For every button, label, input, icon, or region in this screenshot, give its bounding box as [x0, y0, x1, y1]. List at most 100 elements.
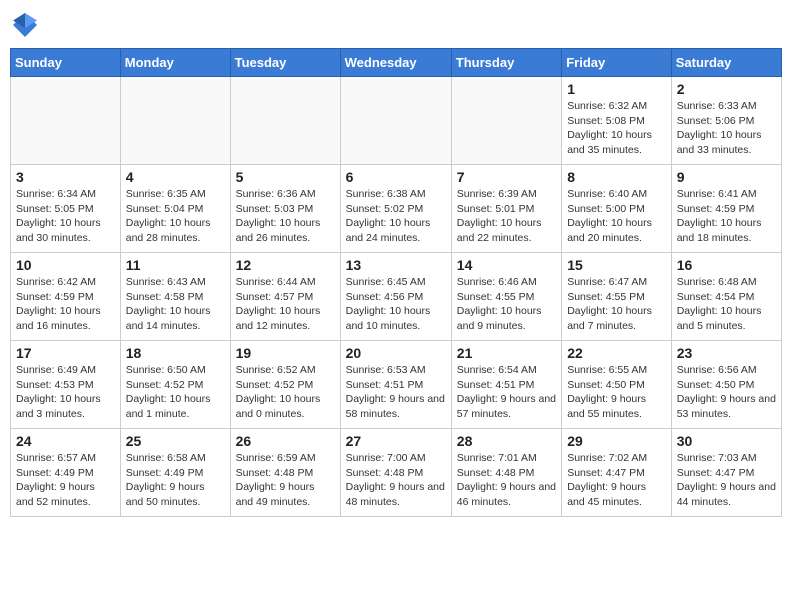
day-info: Sunrise: 7:02 AMSunset: 4:47 PMDaylight:…: [567, 451, 666, 510]
calendar-cell: 12 Sunrise: 6:44 AMSunset: 4:57 PMDayligh…: [230, 253, 340, 341]
calendar-cell: 1 Sunrise: 6:32 AMSunset: 5:08 PMDaylight…: [562, 77, 672, 165]
weekday-header-monday: Monday: [120, 49, 230, 77]
day-info: Sunrise: 6:43 AMSunset: 4:58 PMDaylight:…: [126, 275, 225, 334]
day-number: 16: [677, 257, 776, 273]
day-number: 17: [16, 345, 115, 361]
calendar-cell: 27 Sunrise: 7:00 AMSunset: 4:48 PMDayligh…: [340, 429, 451, 517]
day-number: 15: [567, 257, 666, 273]
day-info: Sunrise: 6:40 AMSunset: 5:00 PMDaylight:…: [567, 187, 666, 246]
calendar-cell: 4 Sunrise: 6:35 AMSunset: 5:04 PMDaylight…: [120, 165, 230, 253]
calendar-cell: 9 Sunrise: 6:41 AMSunset: 4:59 PMDaylight…: [671, 165, 781, 253]
day-number: 25: [126, 433, 225, 449]
day-number: 14: [457, 257, 556, 273]
day-info: Sunrise: 6:56 AMSunset: 4:50 PMDaylight:…: [677, 363, 776, 422]
day-number: 11: [126, 257, 225, 273]
day-info: Sunrise: 6:41 AMSunset: 4:59 PMDaylight:…: [677, 187, 776, 246]
calendar-cell: 13Sunrise: 6:45 AMSunset: 4:56 PMDayligh…: [340, 253, 451, 341]
day-info: Sunrise: 6:49 AMSunset: 4:53 PMDaylight:…: [16, 363, 115, 422]
day-number: 24: [16, 433, 115, 449]
calendar-cell: 2 Sunrise: 6:33 AMSunset: 5:06 PMDaylight…: [671, 77, 781, 165]
day-number: 2: [677, 81, 776, 97]
day-number: 9: [677, 169, 776, 185]
calendar-cell: 5 Sunrise: 6:36 AMSunset: 5:03 PMDaylight…: [230, 165, 340, 253]
calendar-cell: 10 Sunrise: 6:42 AMSunset: 4:59 PMDayligh…: [11, 253, 121, 341]
calendar-cell: 8 Sunrise: 6:40 AMSunset: 5:00 PMDaylight…: [562, 165, 672, 253]
weekday-header-row: SundayMondayTuesdayWednesdayThursdayFrid…: [11, 49, 782, 77]
day-number: 27: [346, 433, 446, 449]
calendar-cell: 26 Sunrise: 6:59 AMSunset: 4:48 PMDayligh…: [230, 429, 340, 517]
day-info: Sunrise: 6:53 AMSunset: 4:51 PMDaylight:…: [346, 363, 446, 422]
day-number: 26: [236, 433, 335, 449]
day-info: Sunrise: 6:52 AMSunset: 4:52 PMDaylight:…: [236, 363, 335, 422]
day-number: 18: [126, 345, 225, 361]
day-info: Sunrise: 6:54 AMSunset: 4:51 PMDaylight:…: [457, 363, 556, 422]
day-number: 7: [457, 169, 556, 185]
calendar-table: SundayMondayTuesdayWednesdayThursdayFrid…: [10, 48, 782, 517]
day-info: Sunrise: 6:48 AMSunset: 4:54 PMDaylight:…: [677, 275, 776, 334]
calendar-cell: 30Sunrise: 7:03 AMSunset: 4:47 PMDayligh…: [671, 429, 781, 517]
calendar-cell: 21 Sunrise: 6:54 AMSunset: 4:51 PMDayligh…: [451, 341, 561, 429]
calendar-cell: 16 Sunrise: 6:48 AMSunset: 4:54 PMDayligh…: [671, 253, 781, 341]
calendar-cell: 23 Sunrise: 6:56 AMSunset: 4:50 PMDayligh…: [671, 341, 781, 429]
day-number: 21: [457, 345, 556, 361]
calendar-cell: 11 Sunrise: 6:43 AMSunset: 4:58 PMDayligh…: [120, 253, 230, 341]
calendar-cell: 25Sunrise: 6:58 AMSunset: 4:49 PMDayligh…: [120, 429, 230, 517]
day-info: Sunrise: 6:55 AMSunset: 4:50 PMDaylight:…: [567, 363, 666, 422]
day-number: 1: [567, 81, 666, 97]
day-info: Sunrise: 7:00 AMSunset: 4:48 PMDaylight:…: [346, 451, 446, 510]
week-row-3: 10 Sunrise: 6:42 AMSunset: 4:59 PMDayligh…: [11, 253, 782, 341]
day-info: Sunrise: 6:59 AMSunset: 4:48 PMDaylight:…: [236, 451, 335, 510]
weekday-header-tuesday: Tuesday: [230, 49, 340, 77]
day-info: Sunrise: 6:34 AMSunset: 5:05 PMDaylight:…: [16, 187, 115, 246]
week-row-4: 17 Sunrise: 6:49 AMSunset: 4:53 PMDayligh…: [11, 341, 782, 429]
calendar-cell: [230, 77, 340, 165]
day-number: 29: [567, 433, 666, 449]
weekday-header-friday: Friday: [562, 49, 672, 77]
calendar-cell: 22 Sunrise: 6:55 AMSunset: 4:50 PMDayligh…: [562, 341, 672, 429]
day-info: Sunrise: 6:42 AMSunset: 4:59 PMDaylight:…: [16, 275, 115, 334]
weekday-header-sunday: Sunday: [11, 49, 121, 77]
day-number: 23: [677, 345, 776, 361]
day-info: Sunrise: 6:36 AMSunset: 5:03 PMDaylight:…: [236, 187, 335, 246]
calendar-cell: 6Sunrise: 6:38 AMSunset: 5:02 PMDaylight…: [340, 165, 451, 253]
calendar-cell: 3Sunrise: 6:34 AMSunset: 5:05 PMDaylight…: [11, 165, 121, 253]
weekday-header-thursday: Thursday: [451, 49, 561, 77]
calendar-cell: [11, 77, 121, 165]
day-number: 8: [567, 169, 666, 185]
day-info: Sunrise: 6:47 AMSunset: 4:55 PMDaylight:…: [567, 275, 666, 334]
calendar-cell: 29 Sunrise: 7:02 AMSunset: 4:47 PMDayligh…: [562, 429, 672, 517]
day-number: 6: [346, 169, 446, 185]
calendar-cell: [451, 77, 561, 165]
day-info: Sunrise: 6:35 AMSunset: 5:04 PMDaylight:…: [126, 187, 225, 246]
day-number: 28: [457, 433, 556, 449]
calendar-cell: 20 Sunrise: 6:53 AMSunset: 4:51 PMDayligh…: [340, 341, 451, 429]
day-info: Sunrise: 6:32 AMSunset: 5:08 PMDaylight:…: [567, 99, 666, 158]
day-number: 5: [236, 169, 335, 185]
day-number: 13: [346, 257, 446, 273]
page-header: [10, 10, 782, 40]
day-info: Sunrise: 6:44 AMSunset: 4:57 PMDaylight:…: [236, 275, 335, 334]
weekday-header-saturday: Saturday: [671, 49, 781, 77]
day-number: 10: [16, 257, 115, 273]
day-info: Sunrise: 6:39 AMSunset: 5:01 PMDaylight:…: [457, 187, 556, 246]
day-number: 4: [126, 169, 225, 185]
calendar-cell: 17 Sunrise: 6:49 AMSunset: 4:53 PMDayligh…: [11, 341, 121, 429]
day-info: Sunrise: 6:33 AMSunset: 5:06 PMDaylight:…: [677, 99, 776, 158]
day-number: 12: [236, 257, 335, 273]
calendar-cell: [120, 77, 230, 165]
calendar-cell: 7 Sunrise: 6:39 AMSunset: 5:01 PMDaylight…: [451, 165, 561, 253]
day-info: Sunrise: 6:46 AMSunset: 4:55 PMDaylight:…: [457, 275, 556, 334]
day-info: Sunrise: 6:57 AMSunset: 4:49 PMDaylight:…: [16, 451, 115, 510]
logo-icon: [10, 10, 40, 40]
logo: [10, 10, 44, 40]
week-row-5: 24 Sunrise: 6:57 AMSunset: 4:49 PMDayligh…: [11, 429, 782, 517]
day-info: Sunrise: 7:01 AMSunset: 4:48 PMDaylight:…: [457, 451, 556, 510]
day-info: Sunrise: 7:03 AMSunset: 4:47 PMDaylight:…: [677, 451, 776, 510]
calendar-cell: 28 Sunrise: 7:01 AMSunset: 4:48 PMDayligh…: [451, 429, 561, 517]
calendar-cell: 24 Sunrise: 6:57 AMSunset: 4:49 PMDayligh…: [11, 429, 121, 517]
week-row-1: 1 Sunrise: 6:32 AMSunset: 5:08 PMDaylight…: [11, 77, 782, 165]
day-number: 22: [567, 345, 666, 361]
day-number: 20: [346, 345, 446, 361]
weekday-header-wednesday: Wednesday: [340, 49, 451, 77]
calendar-cell: [340, 77, 451, 165]
